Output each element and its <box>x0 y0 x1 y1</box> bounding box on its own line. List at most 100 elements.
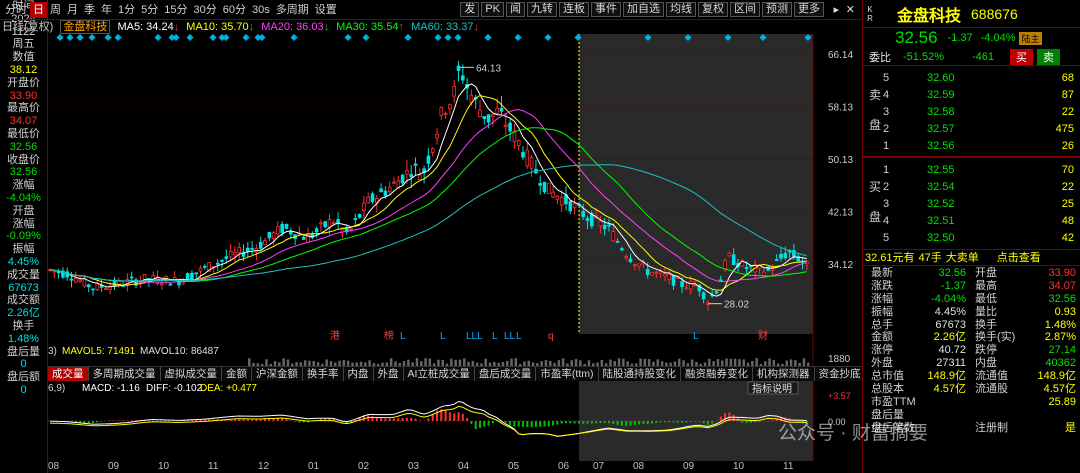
event-diamond-icon[interactable] <box>88 34 96 42</box>
event-diamond-icon[interactable] <box>444 34 452 42</box>
event-diamond-icon[interactable] <box>56 34 64 42</box>
event-marker[interactable]: L <box>492 331 498 342</box>
event-marker[interactable]: LLL <box>466 331 483 342</box>
toolbar-button-1[interactable]: PK <box>481 2 504 17</box>
event-marker[interactable]: 财 <box>758 329 768 342</box>
stock-name-label[interactable]: 金盘科技 <box>60 20 111 34</box>
toolbar-button-2[interactable]: 闻 <box>506 2 525 17</box>
indicator-tab[interactable]: 换手率 <box>303 367 344 381</box>
close-icon[interactable]: ✕ <box>843 2 858 18</box>
sell-row[interactable]: 5 32.60 68 <box>883 70 1074 86</box>
macd-chart[interactable]: 6,9) MACD: -1.16 DIFF: -0.102DEA: +0.477 指标… <box>48 381 862 461</box>
event-diamond-icon[interactable] <box>222 34 230 42</box>
event-marker[interactable]: 榜 <box>384 329 394 342</box>
buy-row[interactable]: 2 32.54 22 <box>883 179 1074 195</box>
sell-row[interactable]: 4 32.59 87 <box>883 87 1074 103</box>
event-diamond-icon[interactable] <box>544 34 552 42</box>
event-marker[interactable]: L <box>693 331 699 342</box>
event-diamond-icon[interactable] <box>66 34 74 42</box>
period-4[interactable]: 季 <box>81 2 98 18</box>
indicator-tab[interactable]: 沪深金额 <box>252 367 303 381</box>
event-diamond-icon[interactable] <box>209 34 217 42</box>
event-diamond-icon[interactable] <box>172 34 180 42</box>
event-diamond-icon[interactable] <box>290 34 298 42</box>
indicator-tab[interactable]: 内盘 <box>344 367 374 381</box>
sell-row[interactable]: 1 32.56 26 <box>883 138 1074 154</box>
period-11[interactable]: 30s <box>249 2 273 18</box>
buy-row[interactable]: 1 32.55 70 <box>883 162 1074 178</box>
event-marker[interactable]: 港 <box>330 330 340 342</box>
indicator-tab[interactable]: 虚拟成交量 <box>161 367 222 381</box>
buy-row[interactable]: 5 32.50 42 <box>883 230 1074 246</box>
event-marker[interactable]: L <box>400 331 406 342</box>
sell-button[interactable]: 卖 <box>1037 48 1061 65</box>
buy-row[interactable]: 3 32.52 25 <box>883 196 1074 212</box>
toolbar-button-5[interactable]: 事件 <box>591 2 621 17</box>
indicator-tab[interactable]: 盘后成交量 <box>475 367 537 381</box>
event-marker[interactable]: q <box>548 331 554 342</box>
toolbar-button-4[interactable]: 连板 <box>559 2 589 17</box>
toolbar-button-6[interactable]: 加自选 <box>623 2 664 17</box>
event-diamond-icon[interactable] <box>454 34 462 42</box>
event-diamond-icon[interactable] <box>114 34 122 42</box>
event-diamond-icon[interactable] <box>76 34 84 42</box>
indicator-tab[interactable]: 外盘 <box>374 367 404 381</box>
period-10[interactable]: 60分 <box>220 2 249 18</box>
toolbar-button-8[interactable]: 复权 <box>698 2 728 17</box>
candle-body <box>637 263 641 267</box>
indicator-explain-label[interactable]: 指标说明 <box>752 382 792 395</box>
candle-body <box>581 211 585 217</box>
macd-bar <box>427 418 430 421</box>
toolbar-button-10[interactable]: 预测 <box>762 2 792 17</box>
period-2[interactable]: 周 <box>47 2 64 18</box>
toolbar-button-9[interactable]: 区间 <box>730 2 760 17</box>
indicator-tab[interactable]: 市盈率(ttm) <box>536 367 599 381</box>
indicator-tab[interactable]: 金额 <box>222 367 252 381</box>
buy-button[interactable]: 买 <box>1010 48 1034 65</box>
indicator-tab[interactable]: 多周期成交量 <box>89 367 161 381</box>
toolbar-button-3[interactable]: 九转 <box>527 2 557 17</box>
event-diamond-icon[interactable] <box>258 34 266 42</box>
kline-chart[interactable]: 66.1458.1350.1342.1334.1264.1328.02港榜 L L L… <box>48 34 862 366</box>
period-13[interactable]: 设置 <box>312 2 340 18</box>
period-5[interactable]: 年 <box>98 2 115 18</box>
event-marker[interactable]: LL <box>504 331 516 342</box>
sell-row[interactable]: 3 32.58 22 <box>883 104 1074 120</box>
period-7[interactable]: 5分 <box>138 2 161 18</box>
period-0[interactable]: 分时 <box>2 2 30 18</box>
indicator-tab[interactable]: 机构探测器 <box>753 367 815 381</box>
event-diamond-icon[interactable] <box>154 34 162 42</box>
period-3[interactable]: 月 <box>64 2 81 18</box>
indicator-tab[interactable]: AI立桩成交量 <box>404 367 475 381</box>
event-diamond-icon[interactable] <box>362 34 370 42</box>
event-diamond-icon[interactable] <box>434 34 442 42</box>
event-diamond-icon[interactable] <box>514 34 522 42</box>
indicator-tab[interactable]: 融资融券变化 <box>681 367 753 381</box>
event-diamond-icon[interactable] <box>186 34 194 42</box>
buy-row[interactable]: 4 32.51 48 <box>883 213 1074 229</box>
volume-bar <box>768 358 771 366</box>
level-price: 32.52 <box>927 198 955 210</box>
period-6[interactable]: 1分 <box>115 2 138 18</box>
indicator-tab[interactable]: 成交量 <box>48 367 89 381</box>
event-marker[interactable]: L <box>440 331 446 342</box>
toolbar-button-7[interactable]: 均线 <box>666 2 696 17</box>
event-marker[interactable]: L <box>516 331 522 342</box>
stat-value: 0.93 <box>1054 305 1076 318</box>
view-detail-link[interactable]: 点击查看 <box>997 250 1041 265</box>
indicator-tab[interactable]: 资金抄底 <box>815 367 866 381</box>
toolbar-button-11[interactable]: 更多 <box>794 2 824 17</box>
toolbar-button-0[interactable]: 发 <box>460 2 480 17</box>
sell-row[interactable]: 2 32.57 475 <box>883 121 1074 137</box>
event-diamond-icon[interactable] <box>242 34 250 42</box>
event-diamond-icon[interactable] <box>344 34 352 42</box>
indicator-tab[interactable]: 陆股通持股变化 <box>599 367 681 381</box>
period-12[interactable]: 多周期 <box>273 2 312 18</box>
event-diamond-icon[interactable] <box>404 34 412 42</box>
event-diamond-icon[interactable] <box>104 34 112 42</box>
event-diamond-icon[interactable] <box>484 34 492 42</box>
period-9[interactable]: 30分 <box>191 2 220 18</box>
period-1[interactable]: 日 <box>30 1 47 18</box>
period-8[interactable]: 15分 <box>161 2 190 18</box>
more-arrow-icon[interactable]: ▸ <box>830 2 842 18</box>
